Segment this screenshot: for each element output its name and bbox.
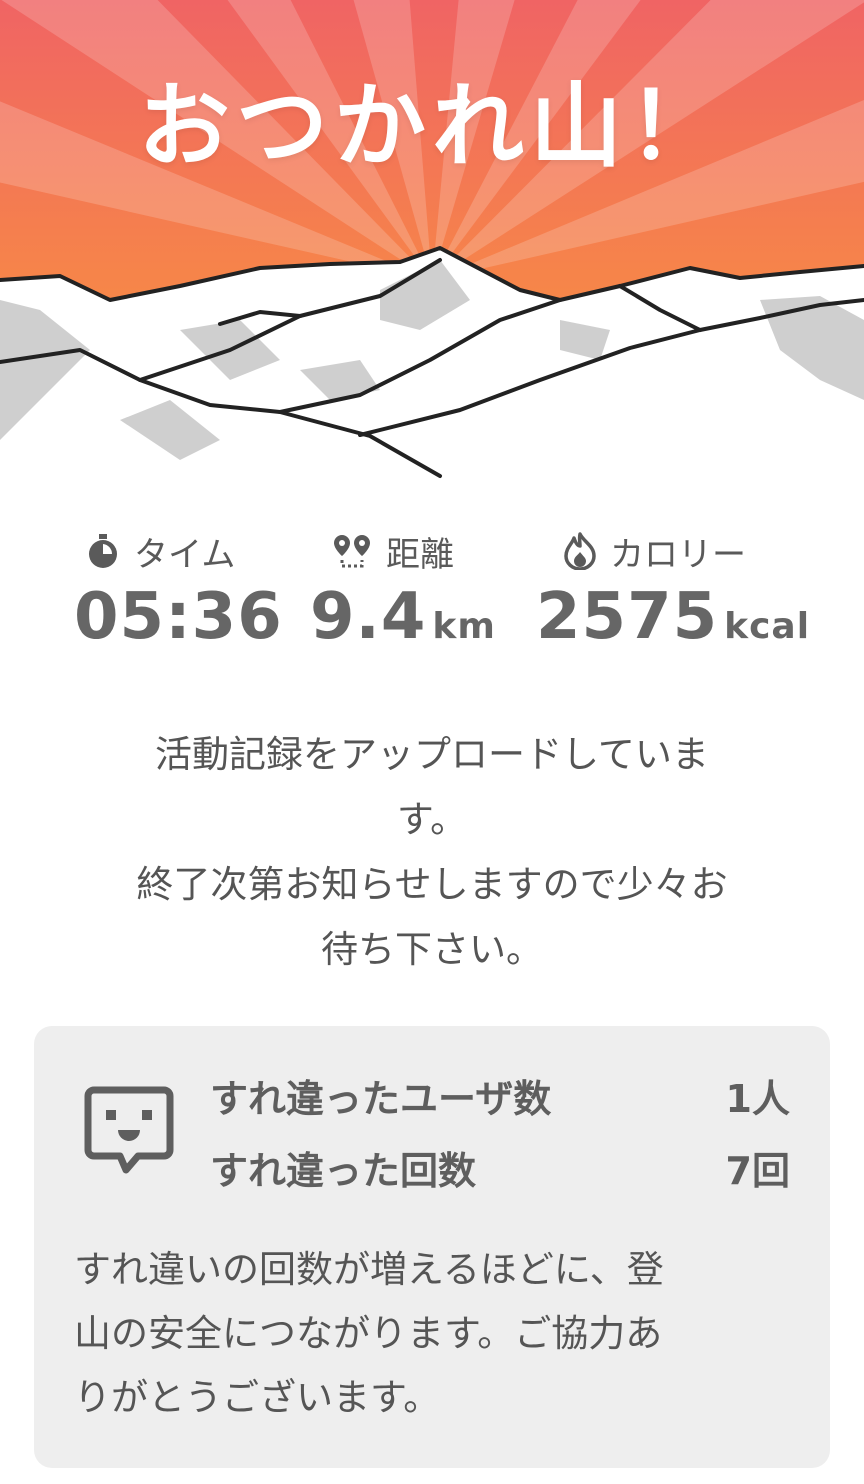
message-line: す。 <box>396 798 468 841</box>
stat-distance-label: 距離 <box>386 534 454 575</box>
encounter-users-row: すれ違ったユーザ数 1人 <box>210 1068 790 1124</box>
stat-calories-unit: kcal <box>724 606 811 647</box>
smiley-speech-icon <box>84 1086 174 1174</box>
note-line: すれ違いの回数が増えるほどに、登 <box>74 1248 664 1291</box>
page-title: おつかれ山！ <box>137 73 726 180</box>
encounter-users-value: 1人 <box>725 1077 790 1121</box>
note-line: 山の安全につながります。ご協力あ <box>74 1312 663 1355</box>
route-pin-icon <box>334 535 370 568</box>
flame-icon <box>564 532 596 570</box>
stat-time-label: タイム <box>134 534 236 575</box>
message-line: 終了次第お知らせしますので少々お <box>136 863 728 906</box>
stat-distance-value: 9.4 <box>310 580 427 654</box>
stat-distance-unit: km <box>432 606 496 647</box>
note-line: りがとうございます。 <box>74 1376 441 1419</box>
activity-stats: タイム 05:36 距離 9.4 km カロリー 2575 kcal <box>0 520 864 680</box>
encounter-count-row: すれ違った回数 7回 <box>210 1140 790 1196</box>
message-line: 待ち下さい。 <box>321 928 543 971</box>
encounter-note: すれ違いの回数が増えるほどに、登 山の安全につながります。ご協力あ りがとうござ… <box>74 1238 794 1430</box>
stat-calories: カロリー 2575 kcal <box>536 520 810 662</box>
stopwatch-icon <box>89 534 117 568</box>
stat-time-value: 05:36 <box>74 580 283 654</box>
stat-calories-value: 2575 <box>536 580 719 654</box>
encounter-card: すれ違ったユーザ数 1人 すれ違った回数 7回 すれ違いの回数が増えるほどに、登… <box>34 1026 830 1468</box>
encounter-users-label: すれ違ったユーザ数 <box>210 1077 552 1121</box>
encounter-count-label: すれ違った回数 <box>210 1149 477 1193</box>
message-line: 活動記録をアップロードしていま <box>155 733 709 776</box>
encounter-count-value: 7回 <box>725 1149 790 1193</box>
hero-banner: おつかれ山！ <box>0 0 864 500</box>
stat-distance: 距離 9.4 km <box>310 520 496 662</box>
upload-status-message: 活動記録をアップロードしていま す。 終了次第お知らせしますので少々お 待ち下さ… <box>40 722 824 982</box>
stat-time: タイム 05:36 <box>74 520 283 652</box>
stat-calories-label: カロリー <box>610 534 746 575</box>
